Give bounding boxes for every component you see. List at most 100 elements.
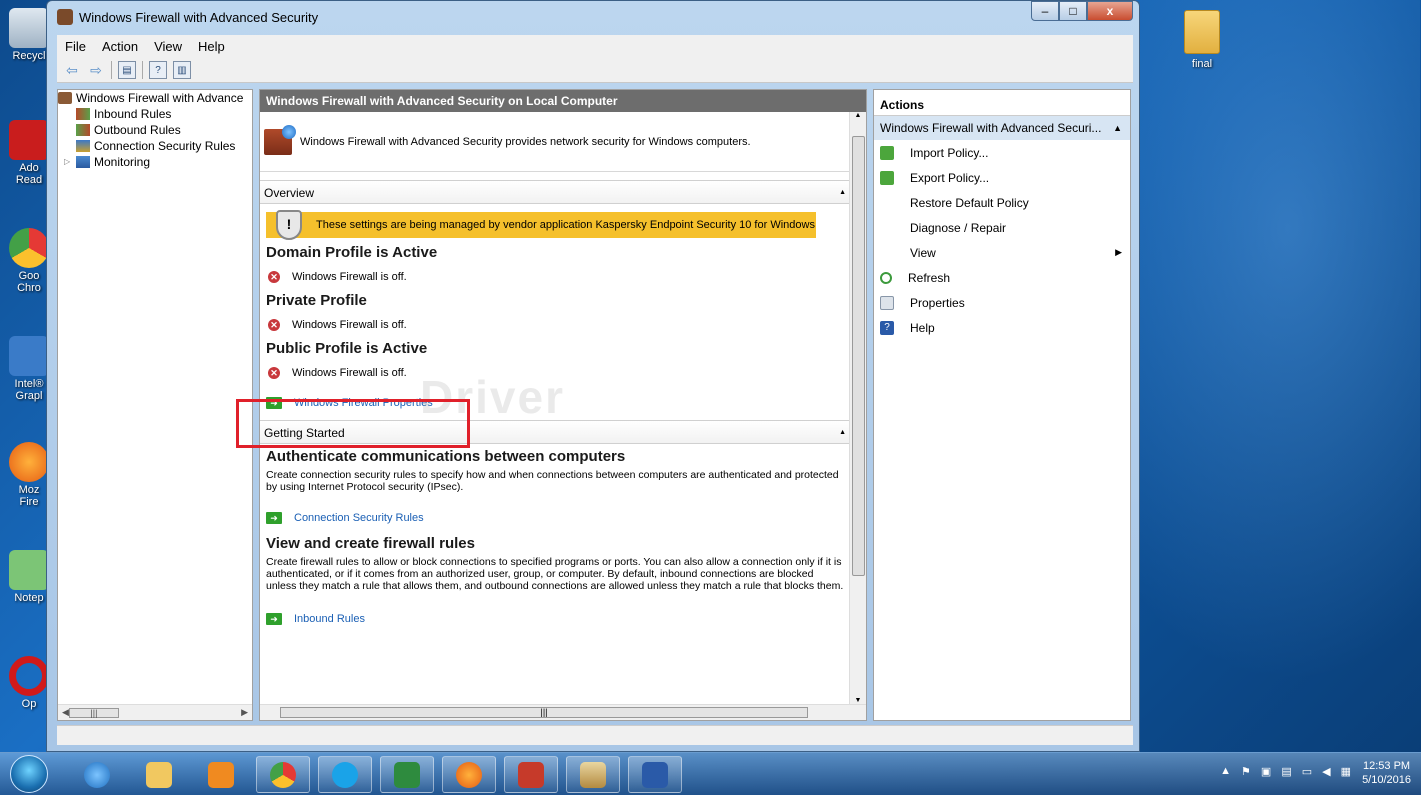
firewall-window: Windows Firewall with Advanced Security …	[46, 0, 1140, 752]
notepad-icon	[9, 550, 49, 590]
expand-arrow-icon[interactable]: ▷	[64, 154, 76, 170]
taskbar-paint[interactable]	[566, 756, 620, 793]
window-title: Windows Firewall with Advanced Security	[79, 9, 319, 25]
taskbar-explorer[interactable]	[132, 756, 186, 793]
tray-expand-icon[interactable]: ▲	[1220, 765, 1231, 778]
scroll-thumb[interactable]: |||	[280, 707, 808, 718]
action-restore-default-policy[interactable]: Restore Default Policy	[874, 190, 1130, 215]
tree-item-outbound-rules[interactable]: Outbound Rules	[58, 122, 252, 138]
center-vertical-scrollbar[interactable]: ▲ ▼	[849, 112, 866, 706]
device-icon[interactable]: ▤	[1281, 765, 1291, 778]
action-help[interactable]: ? Help	[874, 315, 1130, 340]
title-bar[interactable]: Windows Firewall with Advanced Security	[47, 1, 1139, 33]
show-hide-action-pane-icon[interactable]: ▥	[173, 60, 191, 79]
actions-subheader[interactable]: Windows Firewall with Advanced Securi...	[874, 116, 1130, 140]
media-player-icon	[208, 761, 234, 788]
close-button[interactable]: x	[1087, 1, 1133, 21]
inbound-rules-link[interactable]: ➜ Inbound Rules	[260, 610, 850, 628]
scroll-thumb[interactable]	[852, 136, 865, 576]
actions-header: Actions	[874, 94, 1130, 116]
tree-item-connection-security-rules[interactable]: Connection Security Rules	[58, 138, 252, 154]
green-arrow-icon: ➜	[266, 512, 282, 524]
monitoring-icon	[76, 156, 90, 168]
menu-bar: File Action View Help	[57, 35, 1133, 57]
overview-section-header[interactable]: Overview	[260, 180, 850, 205]
tree-horizontal-scrollbar[interactable]: ◀ ||| ▶	[58, 704, 252, 720]
ie-icon	[84, 761, 110, 788]
paint-icon	[580, 761, 606, 788]
toolbar: ⇦ ⇨ ▤ ? ▥	[57, 57, 1133, 83]
center-header: Windows Firewall with Advanced Security …	[260, 90, 866, 112]
error-icon: ✕	[268, 271, 280, 283]
firefox-icon	[456, 761, 482, 788]
connection-security-rules-link[interactable]: ➜ Connection Security Rules	[260, 509, 850, 527]
taskbar-skype[interactable]	[318, 756, 372, 793]
adobe-reader-icon	[9, 120, 49, 160]
firewall-app-icon	[57, 9, 73, 25]
forward-arrow-icon[interactable]: ⇨	[87, 61, 105, 79]
menu-view[interactable]: View	[154, 39, 182, 54]
tree-item-monitoring[interactable]: ▷ Monitoring	[58, 154, 252, 170]
public-profile-title: Public Profile is Active	[266, 340, 428, 357]
taskbar-excel[interactable]	[380, 756, 434, 793]
status-bar	[57, 725, 1133, 745]
menu-file[interactable]: File	[65, 39, 86, 54]
menu-help[interactable]: Help	[198, 39, 225, 54]
action-refresh[interactable]: Refresh	[874, 265, 1130, 290]
maximize-button[interactable]: □	[1059, 1, 1087, 21]
submenu-arrow-icon: ▶	[1115, 247, 1122, 257]
highlight-box	[236, 399, 470, 448]
network-icon[interactable]: ▣	[1261, 765, 1271, 778]
minimize-button[interactable]: –	[1031, 1, 1059, 21]
error-icon: ✕	[268, 367, 280, 379]
scroll-up-icon[interactable]: ▲	[850, 112, 866, 119]
taskbar-ie[interactable]	[70, 756, 124, 793]
action-properties[interactable]: Properties	[874, 290, 1130, 315]
tree-item-inbound-rules[interactable]: Inbound Rules	[58, 106, 252, 122]
inbound-rules-icon	[76, 108, 90, 120]
display-icon[interactable]: ▭	[1302, 765, 1312, 778]
volume-icon[interactable]: ◀	[1322, 765, 1330, 778]
chrome-icon	[270, 761, 296, 788]
scroll-down-icon[interactable]: ▼	[850, 697, 866, 704]
action-import-policy[interactable]: Import Policy...	[874, 140, 1130, 165]
taskbar-media-player[interactable]	[194, 756, 248, 793]
taskbar-clock[interactable]: 12:53 PM 5/10/2016	[1362, 759, 1411, 787]
action-diagnose-repair[interactable]: Diagnose / Repair	[874, 215, 1130, 240]
banner-text: These settings are being managed by vend…	[316, 219, 815, 231]
description-area: Windows Firewall with Advanced Security …	[260, 112, 850, 172]
opera-icon	[9, 656, 49, 696]
window-controls: – □ x	[1031, 1, 1133, 21]
error-icon: ✕	[268, 319, 280, 331]
taskbar-word[interactable]	[628, 756, 682, 793]
menu-action[interactable]: Action	[102, 39, 138, 54]
scroll-thumb[interactable]: |||	[68, 707, 119, 718]
action-export-policy[interactable]: Export Policy...	[874, 165, 1130, 190]
firewall-rules-title: View and create firewall rules	[266, 535, 475, 552]
back-arrow-icon[interactable]: ⇦	[63, 61, 81, 79]
help-icon[interactable]: ?	[149, 60, 167, 79]
properties-icon	[880, 295, 894, 310]
skype-icon	[332, 761, 358, 788]
domain-profile-status: ✕ Windows Firewall is off.	[260, 268, 850, 286]
show-hide-console-tree-icon[interactable]: ▤	[118, 60, 136, 79]
scroll-right-icon[interactable]: ▶	[241, 707, 248, 718]
recycle-bin-icon	[9, 8, 49, 48]
outbound-rules-icon	[76, 124, 90, 136]
center-horizontal-scrollbar[interactable]: |||	[260, 704, 866, 720]
chrome-icon	[9, 228, 49, 268]
taskbar-chrome[interactable]	[256, 756, 310, 793]
action-center-icon[interactable]: ⚑	[1241, 765, 1251, 778]
taskbar: ▲ ⚑ ▣ ▤ ▭ ◀ ▦ 12:53 PM 5/10/2016	[0, 752, 1421, 795]
tree-root[interactable]: Windows Firewall with Advance	[58, 90, 252, 106]
clock-date: 5/10/2016	[1362, 774, 1411, 786]
start-button[interactable]	[10, 755, 48, 793]
desktop-folder-final[interactable]: final	[1172, 10, 1232, 70]
taskbar-firewall[interactable]	[504, 756, 558, 793]
folder-icon	[1184, 10, 1220, 54]
authenticate-text: Create connection security rules to spec…	[266, 469, 839, 493]
action-view[interactable]: View ▶	[874, 240, 1130, 265]
scroll-left-icon[interactable]: ◀	[62, 707, 69, 718]
taskbar-firefox[interactable]	[442, 756, 496, 793]
flag-icon[interactable]: ▦	[1341, 765, 1351, 778]
